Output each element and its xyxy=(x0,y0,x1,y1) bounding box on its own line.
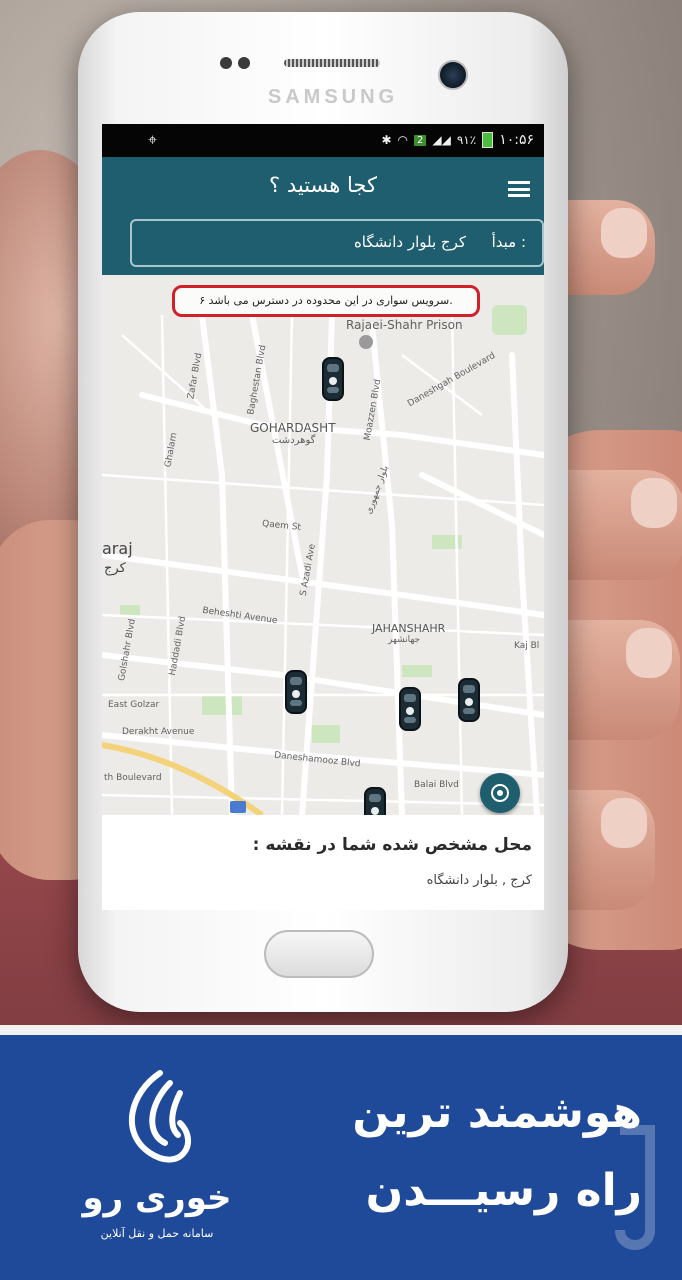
speaker-grill xyxy=(284,59,380,67)
map-label: th Boulevard xyxy=(104,773,162,783)
origin-value: کرج بلوار دانشگاه xyxy=(353,233,466,251)
home-button[interactable] xyxy=(264,930,374,978)
sensor-dot xyxy=(238,57,250,69)
clock: ۱۰:۵۶ xyxy=(499,132,534,148)
map-label: Balai Blvd xyxy=(414,780,459,790)
location-icon: ⌖ xyxy=(148,130,158,149)
logo-wordmark: خوری رو xyxy=(82,1178,232,1218)
app-bar: کجا هستید ؟ مبدأ : کرج بلوار دانشگاه xyxy=(102,157,544,275)
map-label: araj xyxy=(102,539,133,558)
bluetooth-icon: ✱ xyxy=(381,133,392,147)
phone-screen: ⌖ ✱ ◠ 2 ◢◢ ۹۱٪ ۱۰:۵۶ کجا هستید ؟ مبدأ : … xyxy=(102,124,544,910)
map-label: جهانشهر xyxy=(388,635,421,645)
origin-field[interactable]: مبدأ : کرج بلوار دانشگاه xyxy=(130,219,544,267)
car-marker[interactable] xyxy=(364,787,386,815)
promo-banner: هوشمند ترین راه رسیـــدن خوری رو سامانه … xyxy=(0,1025,682,1280)
map-view[interactable]: ۶ سرویس سواری در این محدوده در دسترس می … xyxy=(102,275,544,815)
sheet-heading: محل مشخص شده شما در نقشه : xyxy=(252,835,532,855)
car-marker[interactable] xyxy=(458,678,480,722)
signal-icon: ◢◢ xyxy=(432,133,451,147)
status-bar: ⌖ ✱ ◠ 2 ◢◢ ۹۱٪ ۱۰:۵۶ xyxy=(102,124,544,157)
device-brand: SAMSUNG xyxy=(267,86,399,108)
car-marker[interactable] xyxy=(322,357,344,401)
front-camera xyxy=(438,60,468,90)
slogan-line-1: هوشمند ترین xyxy=(352,1087,642,1138)
map-label: GOHARDASHT xyxy=(250,421,336,435)
sensor-dot xyxy=(220,57,232,69)
map-label: East Golzar xyxy=(108,700,160,710)
logo-icon xyxy=(129,1070,192,1163)
availability-notice: ۶ سرویس سواری در این محدوده در دسترس می … xyxy=(172,285,480,317)
watermark-icon xyxy=(615,1125,655,1250)
battery-icon xyxy=(482,132,494,148)
map-label: کرج xyxy=(104,561,126,576)
car-marker[interactable] xyxy=(285,670,307,714)
map-label: گوهردشت xyxy=(272,435,316,446)
origin-label: مبدأ : xyxy=(491,233,526,251)
map-label: JAHANSHAHR xyxy=(372,622,446,635)
wifi-icon: ◠ xyxy=(397,133,409,147)
logo-tagline: سامانه حمل و نقل آنلاین xyxy=(100,1227,214,1240)
sim-badge: 2 xyxy=(414,134,427,146)
my-location-button[interactable] xyxy=(480,773,520,813)
page-title: کجا هستید ؟ xyxy=(269,173,377,197)
location-sheet: محل مشخص شده شما در نقشه : کرج , بلوار د… xyxy=(102,815,544,910)
selected-address: کرج , بلوار دانشگاه xyxy=(426,873,532,888)
hamburger-menu-icon[interactable] xyxy=(508,181,530,197)
map-label: Rajaei-Shahr Prison xyxy=(346,318,463,332)
battery-percent: ۹۱٪ xyxy=(456,133,477,147)
map-label: Derakht Avenue xyxy=(122,727,195,737)
map-label: Kaj Bl xyxy=(514,641,540,651)
car-marker[interactable] xyxy=(399,687,421,731)
